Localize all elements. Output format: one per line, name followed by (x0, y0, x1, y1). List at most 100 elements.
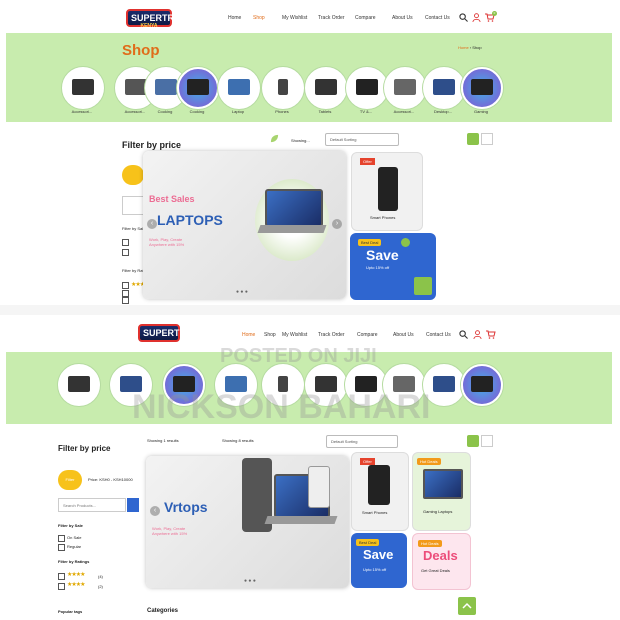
promo-save-card-2[interactable]: Best Deal Save Upto 15% off (351, 533, 407, 588)
category-desktop[interactable] (423, 67, 465, 109)
category-label: Tablets (318, 109, 332, 114)
nav-track-order[interactable]: Track Order (318, 15, 344, 21)
hero-title: Vrtops (164, 499, 208, 515)
hero-slider-2[interactable]: Vrtops Work, Play, Create Anywhere with … (146, 456, 349, 588)
tv-icon (356, 79, 378, 95)
hero-image-laptop (255, 179, 329, 261)
results-count: Showing... (291, 138, 310, 143)
breadcrumb-home[interactable]: Home (458, 45, 469, 50)
list-view-button[interactable] (481, 133, 493, 145)
slider-next-button[interactable]: › (332, 219, 342, 229)
laptop-base (264, 516, 338, 524)
scroll-top-button[interactable] (414, 277, 432, 295)
rating-checkbox-1[interactable] (122, 282, 129, 289)
scroll-top-button-2[interactable] (458, 597, 476, 615)
rating-checkbox-3[interactable] (122, 297, 129, 304)
slider-prev-button[interactable]: ‹ (147, 219, 157, 229)
promo-save-card[interactable]: Best Deal Save Upto 15% off (350, 233, 436, 300)
price-range: Price: KSH0 - KSH10000 (88, 477, 133, 482)
category-cooking-2[interactable] (177, 67, 219, 109)
on-sale-label: On Sale (67, 535, 82, 540)
promo-offer-card-2[interactable]: Offer Smart Phones (351, 452, 409, 531)
rating-checkbox-1[interactable] (58, 573, 65, 580)
category-laptop[interactable] (218, 67, 260, 109)
breadcrumb: Home › Shop (458, 45, 482, 50)
search-icon[interactable] (459, 330, 468, 339)
slider-dots: ● ● ● (236, 289, 248, 295)
nav-about[interactable]: About Us (392, 15, 413, 21)
nav-about[interactable]: About Us (393, 332, 414, 338)
filter-button[interactable]: Filter (58, 470, 82, 490)
grid-view-button[interactable] (467, 133, 479, 145)
nav-home[interactable]: Home (228, 15, 241, 21)
category-accessories-1[interactable] (58, 364, 100, 406)
on-sale-checkbox[interactable] (58, 535, 65, 542)
search-field[interactable]: Search Products... (58, 498, 126, 512)
nav-contact[interactable]: Contact Us (426, 332, 451, 338)
results-count-b: Showing 8 results (222, 438, 254, 443)
user-icon[interactable] (473, 330, 482, 339)
laptop-illustration (265, 189, 323, 227)
nav-track-order[interactable]: Track Order (318, 332, 344, 338)
on-sale-checkbox[interactable] (122, 239, 129, 246)
tablet-icon (315, 79, 337, 95)
hero-slider[interactable]: Best Sales LAPTOPS Work, Play, Create An… (143, 151, 346, 299)
promo-deals-card[interactable]: Hot Deals Deals Get Great Deals (412, 533, 471, 590)
watermark-name: NICKSON BAHARI (132, 388, 431, 426)
gaming-icon (471, 376, 493, 392)
slider-dots: ● ● ● (244, 578, 256, 584)
offer-caption: Smart Phones (370, 215, 396, 220)
nav-contact[interactable]: Contact Us (425, 15, 450, 21)
nav-shop[interactable]: Shop (253, 15, 265, 21)
nav-wishlist[interactable]: My Wishlist (282, 332, 307, 338)
category-accessories-3[interactable] (384, 67, 426, 109)
regular-checkbox[interactable] (58, 544, 65, 551)
filter-button[interactable] (122, 165, 144, 185)
category-label: Desktop... (433, 109, 452, 114)
grid-view-button[interactable] (467, 435, 479, 447)
category-accessories-1[interactable] (62, 67, 104, 109)
breadcrumb-current: Shop (472, 45, 482, 50)
filter-title-2: Filter by price (58, 444, 111, 453)
filter-ratings-title: Filter by Ratings (58, 559, 90, 564)
rating-checkbox-2[interactable] (58, 583, 65, 590)
nav-shop[interactable]: Shop (264, 332, 276, 338)
slider-prev-button[interactable]: ‹ (150, 506, 160, 516)
phone-illustration-2 (308, 466, 330, 508)
cart-count-badge: 0 (492, 11, 497, 16)
gaming-icon (187, 79, 209, 95)
search-submit-button[interactable] (127, 498, 139, 512)
nav-wishlist[interactable]: My Wishlist (282, 15, 307, 21)
category-tv[interactable] (346, 67, 388, 109)
regular-label: Regular (67, 544, 82, 549)
promo-offer-card[interactable]: Offer Smart Phones (351, 152, 423, 231)
list-view-button[interactable] (481, 435, 493, 447)
brand-logo[interactable]: SUPERTRADERS KENYA (126, 9, 206, 29)
hot-deals-tag: Hot Deals (418, 540, 442, 547)
cart-icon[interactable] (486, 330, 496, 339)
hero-image-laptop (238, 458, 338, 558)
category-phones[interactable] (262, 67, 304, 109)
category-gaming-2[interactable] (461, 364, 503, 406)
user-icon[interactable] (472, 13, 481, 22)
sort-select[interactable]: Default Sorting (326, 435, 398, 448)
regular-checkbox[interactable] (122, 249, 129, 256)
hero-kicker: Best Sales (149, 194, 195, 204)
category-label: Accessori... (71, 109, 93, 114)
rating-count: (4) (98, 574, 103, 579)
nav-compare[interactable]: Compare (357, 332, 378, 338)
brand-logo-2[interactable]: SUPERTRADERS (138, 324, 218, 342)
category-label: TV &... (359, 109, 373, 114)
page-title: Shop (122, 42, 160, 59)
brand-name: SUPERTRADERS (131, 13, 206, 23)
nav-compare[interactable]: Compare (355, 15, 376, 21)
sort-select[interactable]: Default Sorting (325, 133, 399, 146)
category-tablets[interactable] (305, 67, 347, 109)
promo-gaming-card[interactable]: Hot Deals Gaming Laptops (412, 452, 471, 531)
rating-stars: ★★★★ (67, 582, 85, 588)
rating-checkbox-2[interactable] (122, 290, 129, 297)
category-gaming[interactable] (461, 67, 503, 109)
rating-count: (2) (98, 584, 103, 589)
nav-home[interactable]: Home (242, 332, 255, 338)
search-icon[interactable] (459, 13, 468, 22)
